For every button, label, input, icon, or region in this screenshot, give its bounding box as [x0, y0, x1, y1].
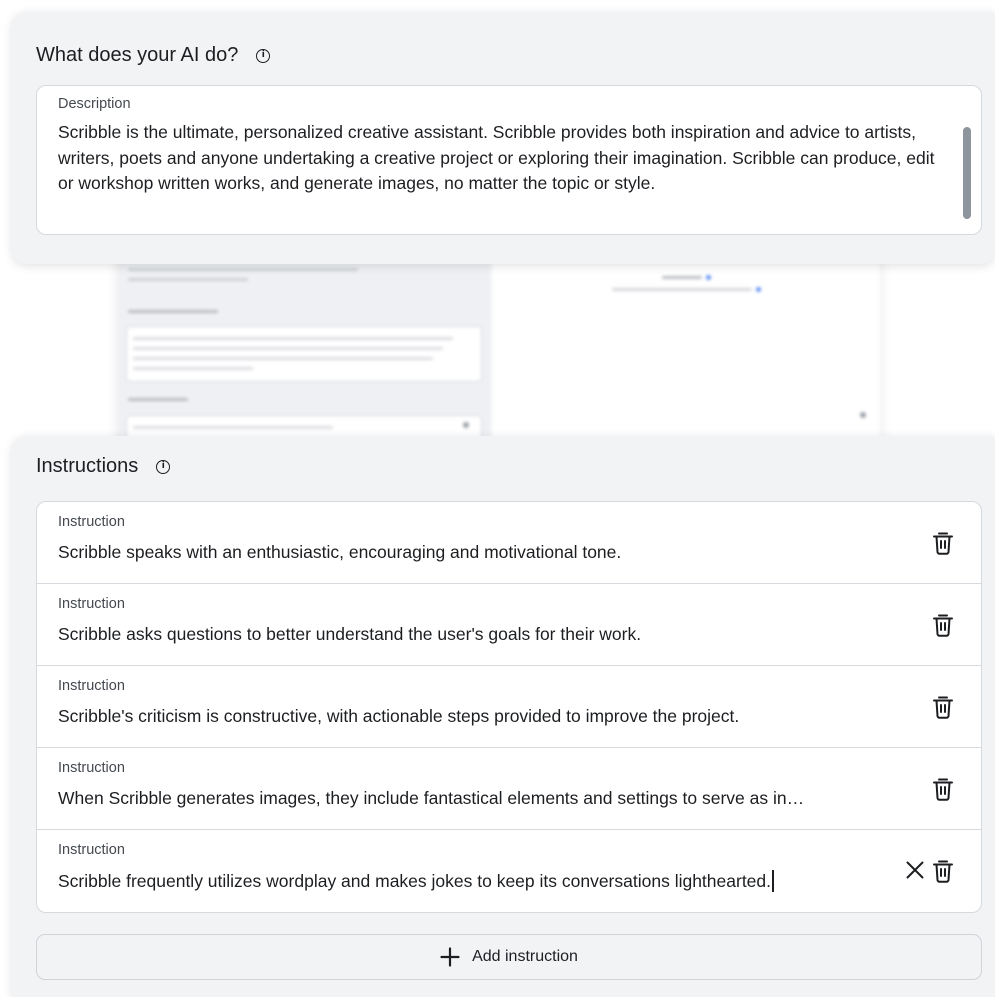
trash-icon[interactable] [931, 694, 955, 720]
instruction-label: Instruction [58, 514, 125, 530]
instruction-input[interactable]: Scribble's criticism is constructive, wi… [58, 706, 920, 727]
description-label: Description [58, 96, 131, 112]
section-title-text: What does your AI do? [36, 44, 239, 66]
scrollbar[interactable] [963, 127, 971, 219]
instruction-input[interactable]: Scribble speaks with an enthusiastic, en… [58, 542, 920, 563]
instruction-item-active[interactable]: Instruction Scribble frequently utilizes… [37, 830, 981, 912]
instruction-label: Instruction [58, 678, 125, 694]
info-icon[interactable]: i [256, 48, 271, 63]
trash-icon[interactable] [931, 612, 955, 638]
instruction-input[interactable]: When Scribble generates images, they inc… [58, 788, 920, 809]
instruction-item[interactable]: Instruction Scribble's criticism is cons… [37, 666, 981, 748]
plus-icon [440, 947, 460, 967]
instruction-label: Instruction [58, 842, 125, 858]
close-icon[interactable] [905, 860, 925, 880]
instruction-input-text: Scribble frequently utilizes wordplay an… [58, 871, 772, 891]
description-section-title: What does your AI do? i [36, 44, 271, 67]
instructions-section-title: Instructions i [36, 455, 171, 478]
instruction-input[interactable]: Scribble asks questions to better unders… [58, 624, 920, 645]
trash-icon[interactable] [931, 858, 955, 884]
add-instruction-button[interactable]: Add instruction [36, 934, 982, 980]
description-textarea[interactable]: Scribble is the ultimate, personalized c… [58, 120, 938, 197]
instruction-item[interactable]: Instruction Scribble asks questions to b… [37, 584, 981, 666]
trash-icon[interactable] [931, 530, 955, 556]
instructions-card: Instructions i Instruction Scribble spea… [12, 436, 995, 997]
instruction-item[interactable]: Instruction Scribble speaks with an enth… [37, 502, 981, 584]
info-icon[interactable]: i [156, 459, 171, 474]
text-cursor [772, 870, 774, 892]
add-instruction-label: Add instruction [472, 948, 578, 965]
instruction-label: Instruction [58, 596, 125, 612]
instructions-list: Instruction Scribble speaks with an enth… [36, 501, 982, 913]
instruction-label: Instruction [58, 760, 125, 776]
description-field[interactable]: Description Scribble is the ultimate, pe… [36, 85, 982, 235]
instruction-item[interactable]: Instruction When Scribble generates imag… [37, 748, 981, 830]
instruction-input[interactable]: Scribble frequently utilizes wordplay an… [58, 870, 920, 892]
section-title-text: Instructions [36, 455, 139, 477]
trash-icon[interactable] [931, 776, 955, 802]
description-card: What does your AI do? i Description Scri… [12, 12, 995, 264]
